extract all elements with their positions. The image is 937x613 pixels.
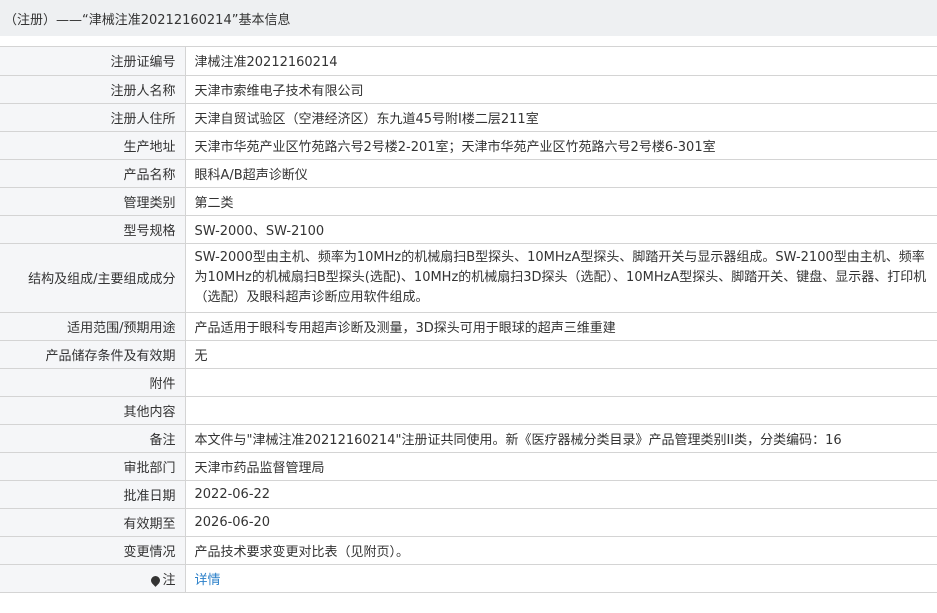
- page-title-text: （注册）——“津械注准20212160214”基本信息: [4, 12, 291, 28]
- row-value: 津械注准20212160214: [185, 47, 937, 76]
- table-row: 适用范围/预期用途 产品适用于眼科专用超声诊断及测量，3D探头可用于眼球的超声三…: [0, 312, 937, 341]
- note-label: 注: [162, 572, 176, 588]
- row-value: 眼科A/B超声诊断仪: [185, 159, 937, 188]
- row-value: [185, 368, 937, 397]
- row-label: 生产地址: [0, 131, 186, 160]
- table-row: 产品储存条件及有效期 无: [0, 340, 937, 369]
- note-label-cell: 注: [0, 564, 186, 593]
- row-label: 结构及组成/主要组成成分: [0, 243, 186, 313]
- row-value: 产品适用于眼科专用超声诊断及测量，3D探头可用于眼球的超声三维重建: [185, 312, 937, 341]
- table-row: 结构及组成/主要组成成分 SW-2000型由主机、频率为10MHz的机械扇扫B型…: [0, 243, 937, 313]
- table-row: 注册证编号 津械注准20212160214: [0, 47, 937, 76]
- row-value: 2022-06-22: [185, 480, 937, 509]
- row-label: 型号规格: [0, 215, 186, 244]
- table-row: 注册人名称 天津市索维电子技术有限公司: [0, 75, 937, 104]
- details-link[interactable]: 详情: [195, 573, 221, 588]
- row-label: 注册证编号: [0, 47, 186, 76]
- row-label: 其他内容: [0, 396, 186, 425]
- row-value: 无: [185, 340, 937, 369]
- table-row: 管理类别 第二类: [0, 187, 937, 216]
- table-row: 产品名称 眼科A/B超声诊断仪: [0, 159, 937, 188]
- table-row: 备注 本文件与"津械注准20212160214"注册证共同使用。新《医疗器械分类…: [0, 424, 937, 453]
- table-row: 有效期至 2026-06-20: [0, 508, 937, 537]
- row-value: 2026-06-20: [185, 508, 937, 537]
- note-value-cell: 详情: [185, 564, 937, 593]
- row-value: 本文件与"津械注准20212160214"注册证共同使用。新《医疗器械分类目录》…: [185, 424, 937, 453]
- row-label: 变更情况: [0, 536, 186, 565]
- table-row: 注册人住所 天津自贸试验区（空港经济区）东九道45号附I楼二层211室: [0, 103, 937, 132]
- row-label: 注册人名称: [0, 75, 186, 104]
- row-label: 管理类别: [0, 187, 186, 216]
- row-value: 天津自贸试验区（空港经济区）东九道45号附I楼二层211室: [185, 103, 937, 132]
- table-row: 生产地址 天津市华苑产业区竹苑路六号2号楼2-201室；天津市华苑产业区竹苑路六…: [0, 131, 937, 160]
- page-title: （注册）——“津械注准20212160214”基本信息: [0, 0, 937, 36]
- row-label: 适用范围/预期用途: [0, 312, 186, 341]
- info-table: 注册证编号 津械注准20212160214 注册人名称 天津市索维电子技术有限公…: [0, 47, 937, 593]
- row-label: 备注: [0, 424, 186, 453]
- row-value: [185, 396, 937, 425]
- row-label: 有效期至: [0, 508, 186, 537]
- row-value: 天津市索维电子技术有限公司: [185, 75, 937, 104]
- row-value: 天津市药品监督管理局: [185, 452, 937, 481]
- location-pin-icon: [149, 573, 163, 587]
- row-value: SW-2000、SW-2100: [185, 215, 937, 244]
- title-spacer: [0, 36, 937, 47]
- row-label: 产品名称: [0, 159, 186, 188]
- table-row: 变更情况 产品技术要求变更对比表（见附页）。: [0, 536, 937, 565]
- table-row: 型号规格 SW-2000、SW-2100: [0, 215, 937, 244]
- note-row: 注 详情: [0, 564, 937, 593]
- table-row: 附件: [0, 368, 937, 397]
- row-label: 产品储存条件及有效期: [0, 340, 186, 369]
- table-row: 审批部门 天津市药品监督管理局: [0, 452, 937, 481]
- row-label: 审批部门: [0, 452, 186, 481]
- row-value: 第二类: [185, 187, 937, 216]
- row-label: 附件: [0, 368, 186, 397]
- table-row: 批准日期 2022-06-22: [0, 480, 937, 509]
- table-row: 其他内容: [0, 396, 937, 425]
- row-value: 产品技术要求变更对比表（见附页）。: [185, 536, 937, 565]
- row-value: 天津市华苑产业区竹苑路六号2号楼2-201室；天津市华苑产业区竹苑路六号2号楼6…: [185, 131, 937, 160]
- row-label: 注册人住所: [0, 103, 186, 132]
- row-label: 批准日期: [0, 480, 186, 509]
- row-value: SW-2000型由主机、频率为10MHz的机械扇扫B型探头、10MHzA型探头、…: [185, 243, 937, 313]
